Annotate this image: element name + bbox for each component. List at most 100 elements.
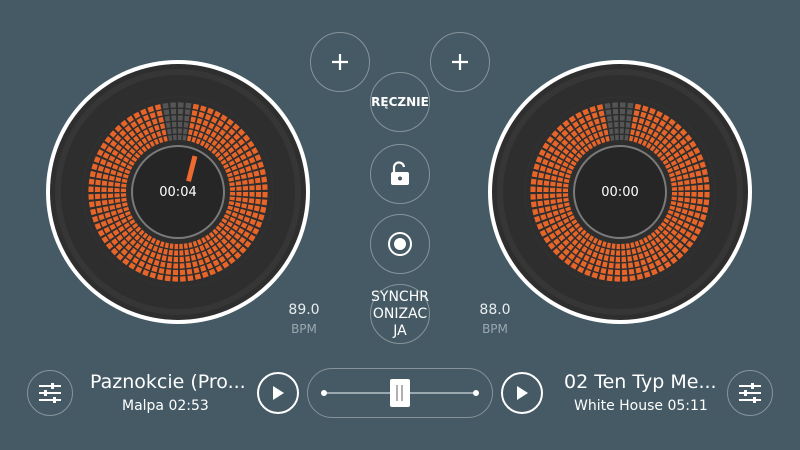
equalizer-icon	[739, 383, 761, 403]
lock-toggle-button[interactable]	[370, 144, 430, 204]
waveform-segment	[242, 185, 249, 191]
deck-right-artist-duration: White House 05:11	[574, 398, 708, 414]
waveform-segment	[88, 201, 95, 208]
waveform-segment	[163, 109, 170, 116]
sync-button[interactable]: SYNCHR ONIZAC JA	[370, 284, 430, 344]
waveform-segment	[616, 243, 620, 250]
deck-right-turntable[interactable]: 00:00	[488, 60, 752, 324]
manual-mode-button[interactable]: RĘCZNIE	[370, 72, 430, 132]
waveform-segment	[616, 250, 620, 256]
waveform-segment	[170, 102, 176, 108]
waveform-segment	[242, 197, 248, 203]
waveform-segment	[185, 262, 192, 269]
waveform-segment	[101, 193, 107, 199]
waveform-segment	[605, 109, 612, 116]
deck-right-time: 00:00	[601, 185, 639, 200]
waveform-segment	[629, 275, 636, 282]
waveform-segment	[178, 102, 184, 108]
waveform-segment	[627, 102, 634, 109]
deck-left-turntable[interactable]: 00:04	[46, 60, 310, 324]
record-icon	[388, 232, 412, 256]
waveform-segment	[678, 192, 684, 196]
waveform-segment	[107, 193, 114, 199]
waveform-segment	[615, 256, 620, 263]
equalizer-right-button[interactable]	[727, 370, 773, 416]
waveform-segment	[164, 115, 171, 122]
waveform-segment	[543, 193, 549, 199]
deck-right-bpm-value: 88.0	[479, 302, 511, 318]
waveform-segment	[549, 193, 556, 199]
waveform-segment	[255, 192, 262, 198]
waveform-segment	[684, 197, 690, 203]
waveform-segment	[690, 198, 697, 204]
waveform-segment	[254, 177, 261, 184]
waveform-segment	[248, 198, 255, 204]
waveform-segment	[172, 276, 178, 282]
waveform-segment	[612, 108, 619, 115]
waveform-segment	[171, 115, 177, 121]
play-icon	[273, 386, 284, 400]
waveform-segment	[101, 180, 108, 186]
waveform-segment	[627, 256, 633, 262]
waveform-segment	[178, 115, 183, 121]
deck-right-track-title: 02 Ten Typ Me...	[564, 371, 717, 393]
waveform-segment	[543, 187, 549, 192]
waveform-segment	[537, 200, 544, 207]
waveform-segment	[171, 121, 177, 128]
waveform-segment	[164, 275, 171, 282]
waveform-segment	[626, 109, 633, 115]
waveform-segment	[530, 178, 537, 185]
waveform-segment	[114, 193, 120, 198]
waveform-segment	[536, 193, 543, 200]
deck-left-play-button[interactable]	[257, 372, 299, 414]
waveform-segment	[229, 192, 236, 196]
waveform-segment	[543, 199, 550, 206]
waveform-segment	[620, 134, 624, 141]
waveform-segment	[614, 269, 620, 276]
waveform-segment	[172, 269, 178, 276]
play-icon	[517, 386, 528, 400]
waveform-segment	[166, 262, 172, 269]
waveform-segment	[615, 263, 620, 269]
waveform-segment	[530, 194, 536, 200]
waveform-segment	[614, 276, 620, 282]
record-button[interactable]	[370, 214, 430, 274]
waveform-segment	[255, 184, 262, 191]
waveform-segment	[114, 182, 121, 187]
waveform-segment	[606, 275, 613, 282]
waveform-segment	[187, 275, 194, 282]
waveform-segment	[114, 188, 120, 192]
waveform-segment	[620, 102, 626, 108]
waveform-segment	[543, 180, 550, 186]
waveform-segment	[620, 121, 625, 128]
add-track-right-button[interactable]	[430, 32, 490, 92]
waveform-segment	[691, 185, 697, 191]
crossfader-knob[interactable]	[390, 379, 410, 407]
waveform-segment	[610, 249, 615, 256]
waveform-segment	[108, 181, 114, 187]
waveform-segment	[627, 262, 634, 269]
waveform-segment	[621, 269, 628, 276]
waveform-segment	[165, 269, 172, 275]
equalizer-left-button[interactable]	[27, 370, 73, 416]
deck-right-play-button[interactable]	[501, 372, 543, 414]
crossfader-track[interactable]	[307, 368, 493, 418]
waveform-segment	[173, 263, 178, 269]
waveform-segment	[620, 128, 624, 134]
waveform-segment	[167, 256, 173, 262]
add-track-left-button[interactable]	[310, 32, 370, 92]
waveform-segment	[609, 256, 615, 262]
waveform-segment	[530, 201, 537, 208]
waveform-segment	[178, 108, 184, 115]
waveform-segment	[179, 263, 185, 269]
waveform-segment	[537, 179, 543, 186]
waveform-segment	[179, 250, 184, 256]
waveform-segment	[671, 187, 678, 191]
waveform-segment	[550, 181, 556, 187]
waveform-segment	[608, 262, 614, 269]
waveform-segment	[604, 102, 611, 109]
deck-left-track-title: Paznokcie (Pro...	[90, 371, 246, 393]
waveform-segment	[684, 192, 691, 197]
waveform-segment	[613, 115, 619, 121]
waveform-segment	[696, 177, 703, 184]
